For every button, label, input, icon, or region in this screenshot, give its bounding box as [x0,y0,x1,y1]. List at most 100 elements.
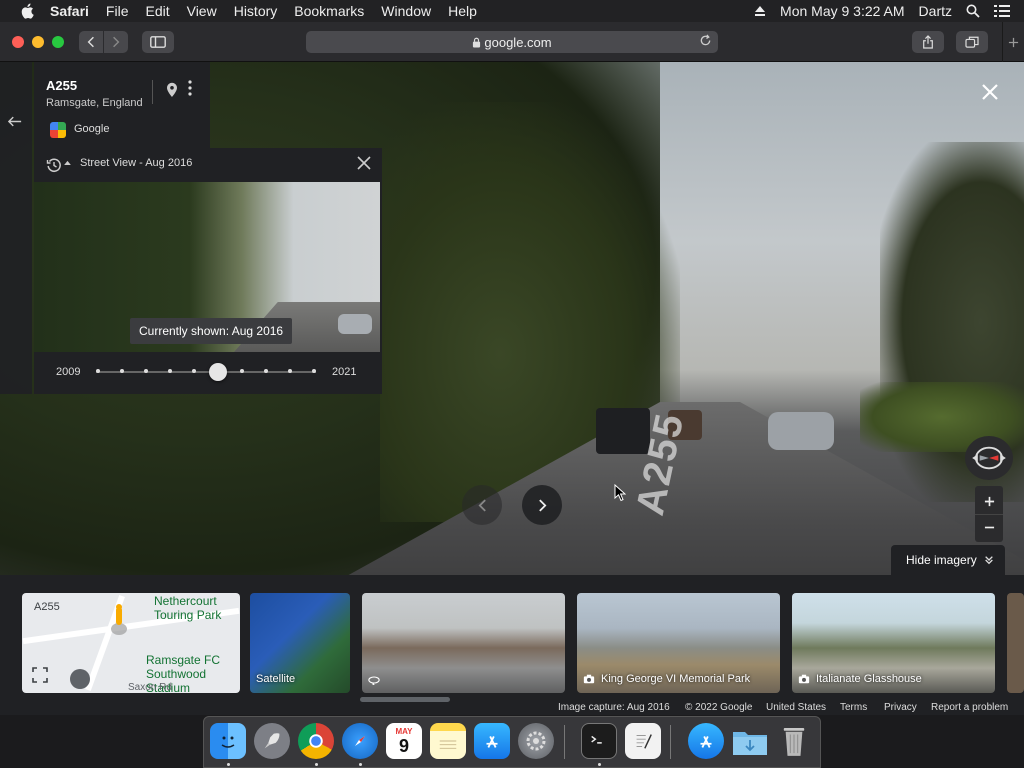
dock-textedit-icon[interactable] [625,723,661,759]
dock-notes-icon[interactable] [430,723,466,759]
window-minimize-button[interactable] [32,36,44,48]
report-problem-link[interactable]: Report a problem [931,702,1008,713]
apple-menu-icon[interactable] [18,3,36,19]
year-slider-tick[interactable] [192,369,196,373]
satellite-toggle-card[interactable]: Satellite [250,593,350,693]
dock-launchpad-icon[interactable] [254,723,290,759]
document-pen-icon [636,734,652,749]
location-pin-icon[interactable] [166,82,178,98]
mini-map-card[interactable]: A255 Nethercourt Touring Park Ramsgate F… [22,593,240,693]
spotlight-search-icon[interactable] [966,4,980,18]
share-button[interactable] [912,31,944,53]
url-text: google.com [484,34,552,50]
photo-card-memorial-park[interactable]: King George VI Memorial Park [577,593,780,693]
dock-safari-icon[interactable] [342,723,378,759]
photo-card-360[interactable] [362,593,565,693]
folder-icon [733,732,767,755]
time-machine-preview-image[interactable]: Currently shown: Aug 2016 [34,182,380,352]
close-icon[interactable] [356,155,372,171]
tabs-overview-icon [965,36,979,48]
slider-end-year: 2021 [332,366,357,378]
menu-window[interactable]: Window [381,3,431,19]
year-slider-tick[interactable] [264,369,268,373]
zoom-in-button[interactable] [975,488,1003,514]
dock-running-indicator [227,763,230,766]
time-machine-header[interactable]: Street View - Aug 2016 [34,148,382,182]
window-zoom-button[interactable] [52,36,64,48]
address-bar[interactable]: google.com [306,31,718,53]
app-store-a-icon [486,736,498,748]
control-center-list-icon[interactable] [994,5,1010,17]
menu-file[interactable]: File [106,3,129,19]
dock-calendar-icon[interactable]: MAY 9 [386,723,422,759]
camera-icon [583,674,595,684]
photo-card-glasshouse[interactable]: Italianate Glasshouse [792,593,995,693]
hide-imagery-button[interactable]: Hide imagery [891,545,1005,575]
year-slider-tick[interactable] [240,369,244,373]
sidebar-toggle-button[interactable] [142,31,174,53]
menubar: Safari File Edit View History Bookmarks … [0,0,1024,22]
terms-link[interactable]: Terms [840,702,867,713]
menu-view[interactable]: View [187,3,217,19]
image-capture-date: Image capture: Aug 2016 [558,702,670,713]
map-footer: Image capture: Aug 2016 © 2022 Google Un… [0,700,1024,716]
dock-downloads-folder-icon[interactable] [732,723,768,759]
zoom-out-button[interactable] [975,514,1003,540]
new-tab-button[interactable] [1002,22,1024,62]
menubar-clock[interactable]: Mon May 9 3:22 AM [780,3,905,19]
privacy-link[interactable]: Privacy [884,702,917,713]
map-place-line: Touring Park [154,608,222,622]
caret-up-icon[interactable] [64,160,71,165]
photo-card-partial[interactable] [1007,593,1024,693]
more-vert-icon[interactable] [188,80,192,96]
minus-icon [984,526,994,529]
menu-help[interactable]: Help [448,3,477,19]
dock-app-store-icon[interactable] [474,723,510,759]
menu-edit[interactable]: Edit [145,3,169,19]
next-view-button[interactable] [522,485,562,525]
camera-icon [798,674,810,684]
dock-system-preferences-icon[interactable] [518,723,554,759]
dock-trash-icon[interactable] [776,723,812,759]
year-slider-tick[interactable] [168,369,172,373]
previous-view-button[interactable] [462,485,502,525]
tab-overview-button[interactable] [956,31,988,53]
expand-icon[interactable] [32,667,48,683]
eject-icon[interactable] [754,5,766,17]
year-slider-tick[interactable] [96,369,100,373]
imagery-strip: A255 Nethercourt Touring Park Ramsgate F… [0,575,1024,715]
map-place-line: Ramsgate FC [146,653,221,667]
dock-app-store-folder-icon[interactable] [688,723,724,759]
menu-history[interactable]: History [234,3,278,19]
map-road-label: Saxon Rd [128,682,172,693]
history-clock-icon[interactable] [46,157,62,173]
dock-separator [670,725,671,759]
close-street-view-icon[interactable] [980,82,1000,102]
back-button[interactable] [79,31,103,53]
forward-button[interactable] [104,31,128,53]
reload-icon[interactable] [699,34,712,47]
graduation-cap-poi-icon [70,669,90,689]
dock-running-indicator [359,763,362,766]
year-slider-thumb[interactable] [209,363,227,381]
pegman-location-icon [111,604,127,635]
region-link[interactable]: United States [766,702,826,713]
arrow-left-icon[interactable] [8,116,22,127]
photo-card-title: King George VI Memorial Park [601,673,751,685]
year-slider-tick[interactable] [120,369,124,373]
map-place-label: Nethercourt Touring Park [154,594,221,622]
year-slider-track[interactable] [96,371,316,373]
dock-chrome-icon[interactable] [298,723,334,759]
year-slider-tick[interactable] [312,369,316,373]
menu-bookmarks[interactable]: Bookmarks [294,3,364,19]
year-slider-tick[interactable] [144,369,148,373]
rotate-360-icon [368,676,380,685]
menu-app-safari[interactable]: Safari [50,3,89,19]
compass-button[interactable] [965,436,1013,480]
window-close-button[interactable] [12,36,24,48]
place-title[interactable]: A255 [46,78,77,93]
dock-terminal-icon[interactable] [581,723,617,759]
dock-finder-icon[interactable] [210,723,246,759]
menubar-user[interactable]: Dartz [919,3,952,19]
year-slider-tick[interactable] [288,369,292,373]
